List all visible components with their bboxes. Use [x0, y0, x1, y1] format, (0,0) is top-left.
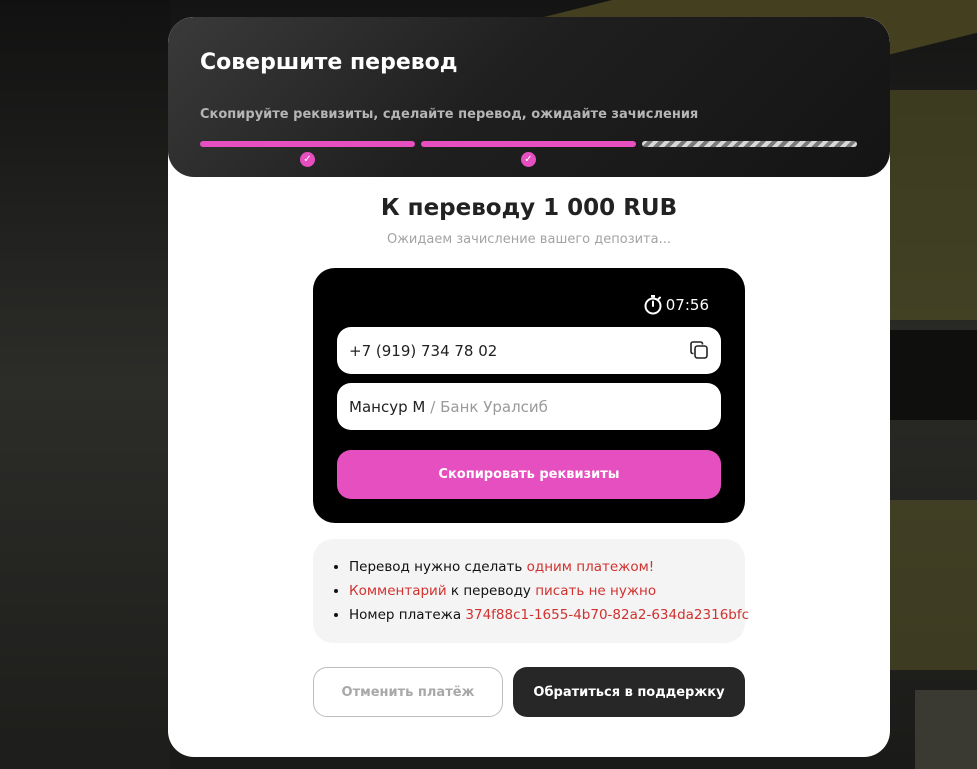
- check-icon: ✓: [521, 152, 536, 167]
- background-shape: [915, 690, 977, 769]
- progress-steps: ✓ ✓: [200, 141, 858, 171]
- copy-details-button[interactable]: Скопировать реквизиты: [337, 450, 721, 499]
- cancel-payment-button[interactable]: Отменить платёж: [313, 667, 503, 717]
- bank-name: / Банк Уралсиб: [430, 397, 548, 416]
- instruction-highlight: писать не нужно: [535, 583, 657, 599]
- payment-id: 374f88c1-1655-4b70-82a2-634da2316bfc: [465, 607, 750, 623]
- phone-number-field[interactable]: +7 (919) 734 78 02: [337, 327, 721, 374]
- contact-support-button[interactable]: Обратиться в поддержку: [513, 667, 745, 717]
- list-item: Номер платежа 374f88c1-1655-4b70-82a2-63…: [349, 603, 749, 627]
- phone-number-value: +7 (919) 734 78 02: [349, 341, 498, 360]
- progress-step-3: [642, 141, 857, 147]
- progress-step-2: [421, 141, 636, 147]
- progress-step-1: [200, 141, 415, 147]
- instruction-text: Номер платежа: [349, 607, 466, 623]
- stopwatch-icon: [643, 294, 663, 315]
- check-icon: ✓: [300, 152, 315, 167]
- instruction-text: к переводу: [446, 583, 536, 599]
- background-shape: [0, 0, 170, 769]
- instruction-highlight: Комментарий: [349, 583, 447, 599]
- list-item: Комментарий к переводу писать не нужно: [349, 579, 725, 603]
- modal-header: Совершите перевод Скопируйте реквизиты, …: [168, 17, 890, 177]
- timer-value: 07:56: [665, 295, 709, 314]
- background-shape: [880, 330, 977, 420]
- list-item: Перевод нужно сделать одним платежом!: [349, 555, 725, 579]
- countdown-timer: 07:56: [643, 294, 709, 315]
- transfer-amount-title: К переводу 1 000 RUB: [380, 195, 678, 221]
- copy-icon[interactable]: [689, 340, 709, 364]
- instruction-highlight: одним платежом!: [526, 559, 655, 575]
- modal-title: Совершите перевод: [200, 50, 458, 75]
- modal-subtitle: Скопируйте реквизиты, сделайте перевод, …: [200, 107, 699, 122]
- payment-modal: Совершите перевод Скопируйте реквизиты, …: [168, 17, 890, 757]
- instruction-text: Перевод нужно сделать: [349, 559, 527, 575]
- payment-instructions: Перевод нужно сделать одним платежом! Ко…: [313, 539, 749, 643]
- recipient-field[interactable]: Мансур М / Банк Уралсиб: [337, 383, 721, 430]
- instructions-list: Перевод нужно сделать одним платежом! Ко…: [331, 555, 749, 627]
- transfer-status-text: Ожидаем зачисление вашего депозита...: [386, 232, 671, 247]
- payment-details-card: 07:56 +7 (919) 734 78 02 Мансур М / Банк…: [313, 268, 745, 523]
- recipient-name: Мансур М: [349, 397, 426, 416]
